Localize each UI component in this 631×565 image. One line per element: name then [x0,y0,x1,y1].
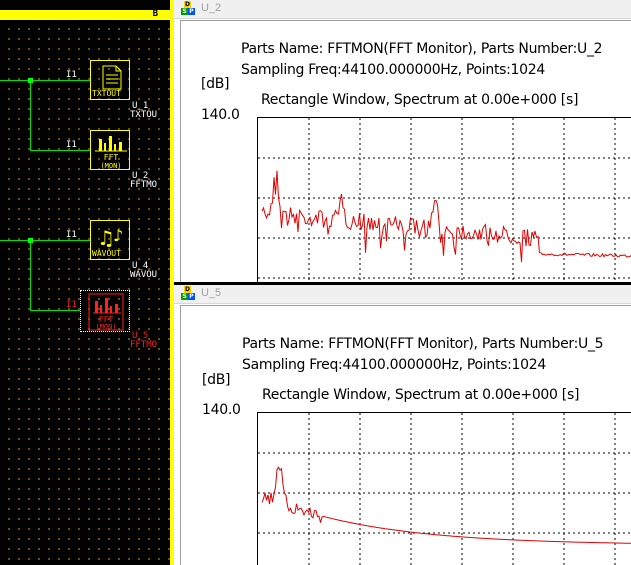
wavout-block[interactable]: ♫ ♪ WAVOUT [90,220,130,260]
spectrum-chart [258,118,631,282]
wire [30,310,80,311]
block-type: TXTOU [130,110,158,120]
block-type: FFTMO [130,340,158,350]
spectrum-plot[interactable] [257,117,631,282]
y-axis-unit: [dB] [202,372,231,388]
window-titlebar[interactable]: D S P U_2 [174,0,631,19]
sampling-info: Sampling Freq:44100.000000Hz, Points:102… [242,357,546,373]
block-symbol-label: TXTOUT [92,89,121,98]
fft-monitor-window-u5[interactable]: D S P U_5 Parts Name: FFTMON(FFT Monitor… [174,285,631,565]
window-client: Parts Name: FFTMON(FFT Monitor), Parts N… [180,305,631,565]
sheet-corner-label: B [152,9,158,19]
wire [30,150,90,151]
wire [30,240,31,310]
y-axis-max-label: 140.0 [202,402,241,418]
svg-text:FFT: FFT [104,153,119,162]
wire-junction [28,78,33,83]
dsp-icon: D S P [181,286,195,300]
sheet-border-bar: B [0,9,170,20]
svg-text:(MON): (MON) [100,162,121,170]
spectrum-chart [258,413,631,565]
pin-label: I1 [66,70,77,80]
wire [0,240,90,241]
svg-text:(MON): (MON) [95,323,116,331]
parts-info: Parts Name: FFTMON(FFT Monitor), Parts N… [242,336,604,352]
wire [0,80,90,81]
pin-label: I1 [66,140,77,150]
dsp-icon: D S P [181,1,195,15]
block-type: WAVOU [130,270,158,280]
window-title: U_2 [201,2,222,14]
window-function-info: Rectangle Window, Spectrum at 0.00e+000 … [261,92,579,108]
block-symbol-label: WAVOUT [92,249,121,258]
wire [30,80,31,150]
spectrum-trace [261,466,631,544]
block-type: FFTMO [130,180,158,190]
y-axis-unit: [dB] [201,76,230,92]
window-title: U_5 [201,287,222,299]
svg-text:♪: ♪ [113,226,123,245]
wire-junction [28,238,33,243]
spectrum-plot[interactable] [257,412,631,565]
window-function-info: Rectangle Window, Spectrum at 0.00e+000 … [262,387,580,403]
pin-label: I1 [66,300,77,310]
fft-monitor-block-selected[interactable]: FFT (MON) [80,290,130,332]
pin-label: I1 [66,230,77,240]
spectrum-trace [261,170,631,262]
spectrum-icon: FFT (MON) [88,293,124,331]
spectrum-icon: FFT (MON) [95,136,127,170]
fft-monitor-window-u2[interactable]: D S P U_2 Parts Name: FFTMON(FFT Monitor… [174,0,631,282]
y-axis-max-label: 140.0 [201,107,240,123]
window-client: Parts Name: FFTMON(FFT Monitor), Parts N… [180,20,631,282]
schematic-canvas[interactable]: B I1 TXTOUT U_1 TXTOU I1 FFT (MON) U_2 F… [0,0,174,565]
fft-monitor-block[interactable]: FFT (MON) [90,130,130,170]
parts-info: Parts Name: FFTMON(FFT Monitor), Parts N… [241,41,603,57]
txtout-block[interactable]: TXTOUT [90,60,130,100]
window-titlebar[interactable]: D S P U_5 [174,285,631,304]
sampling-info: Sampling Freq:44100.000000Hz, Points:102… [241,62,545,78]
